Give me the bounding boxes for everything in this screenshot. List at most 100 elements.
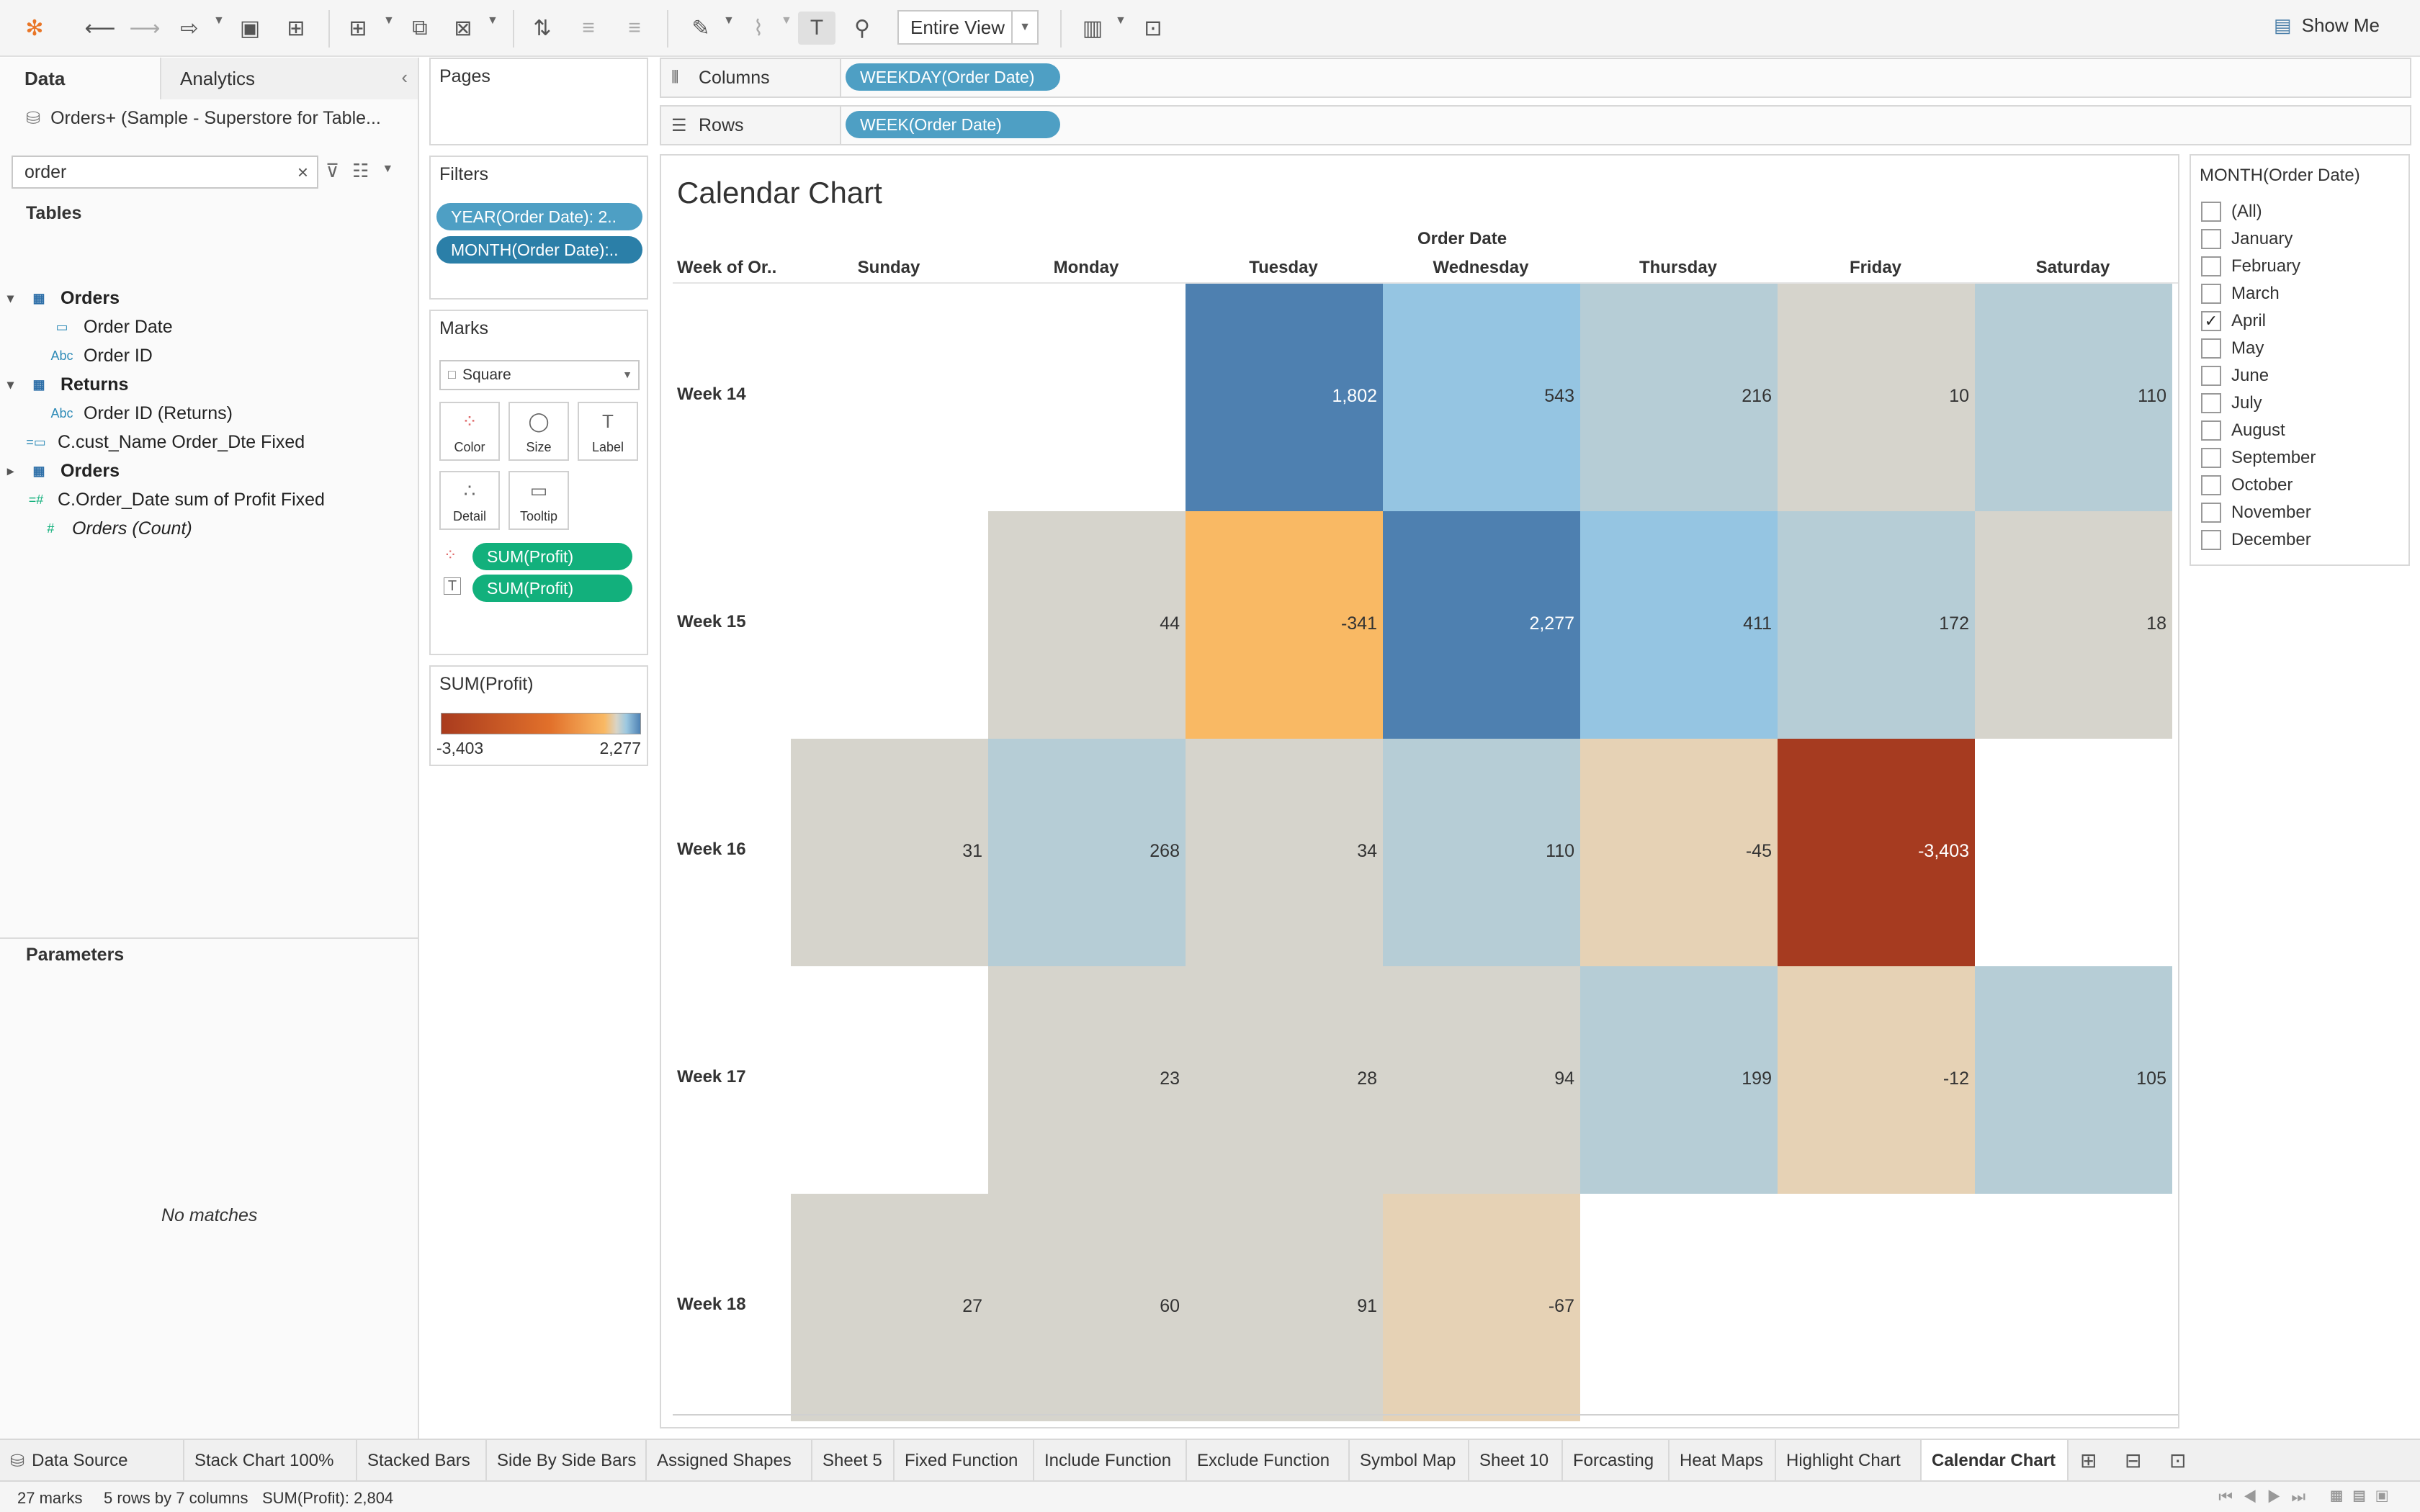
row-header[interactable]: Week 14 [677, 384, 746, 405]
field-item[interactable]: # Orders (Count) [36, 518, 192, 539]
calendar-cell[interactable]: 94 [1383, 966, 1580, 1194]
row-header[interactable]: Week 15 [677, 612, 746, 632]
calendar-cell[interactable]: 268 [988, 739, 1186, 966]
checkbox-checked-icon[interactable]: ✓ [2201, 311, 2221, 331]
checkbox-icon[interactable] [2201, 366, 2221, 386]
sheet-tab[interactable]: Symbol Map [1350, 1440, 1469, 1482]
clear-search-icon[interactable]: × [297, 161, 308, 184]
undo-icon[interactable]: ⟵ [84, 12, 117, 45]
calendar-cell[interactable]: -3,403 [1778, 739, 1975, 966]
pages-card[interactable]: Pages [429, 58, 648, 145]
columns-pill[interactable]: WEEKDAY(Order Date) [846, 63, 1060, 91]
sheet-tab[interactable]: Stacked Bars [357, 1440, 487, 1482]
sort-ascending-icon[interactable]: ≡ [572, 12, 605, 45]
clear-sheet-icon[interactable]: ⊠ [447, 12, 480, 45]
month-option[interactable]: February [2201, 256, 2300, 276]
calendar-cell[interactable]: 10 [1778, 284, 1975, 511]
color-button[interactable]: ⁘ Color [439, 402, 500, 461]
filter-pill-month[interactable]: MONTH(Order Date):.. [436, 236, 642, 264]
sheet-tab[interactable]: Sheet 10 [1469, 1440, 1563, 1482]
column-header[interactable]: Friday [1778, 258, 1973, 278]
highlight-icon[interactable]: ✎ [684, 12, 717, 45]
presentation-mode-icon[interactable]: ⊡ [1137, 12, 1170, 45]
calendar-cell[interactable]: 28 [1186, 966, 1383, 1194]
label-button[interactable]: T Label [578, 402, 638, 461]
checkbox-icon[interactable] [2201, 448, 2221, 468]
collapse-pane-icon[interactable]: ‹ [401, 66, 408, 89]
sheet-tab[interactable]: Heat Maps [1670, 1440, 1776, 1482]
calendar-cell[interactable]: 2,277 [1383, 511, 1580, 739]
chevron-right-icon[interactable]: ▸ [7, 464, 24, 479]
new-dashboard-icon[interactable]: ⊟ [2125, 1449, 2141, 1472]
calendar-cell[interactable]: 110 [1383, 739, 1580, 966]
checkbox-icon[interactable] [2201, 503, 2221, 523]
chevron-down-icon[interactable]: ▾ [7, 377, 24, 392]
calendar-cell[interactable]: 110 [1975, 284, 2172, 511]
month-option[interactable]: December [2201, 530, 2311, 550]
rows-pill[interactable]: WEEK(Order Date) [846, 111, 1060, 138]
sheet-tab[interactable]: ⛁ Data Source [0, 1440, 184, 1482]
sheet-tab[interactable]: Calendar Chart [1922, 1440, 2069, 1482]
month-option[interactable]: June [2201, 366, 2269, 386]
datasource-item[interactable]: ⛁ Orders+ (Sample - Superstore for Table… [26, 108, 381, 129]
calendar-cell[interactable]: 18 [1975, 511, 2172, 739]
show-me-button[interactable]: ▤ Show Me [2274, 14, 2380, 37]
sheet-navigation-icons[interactable]: ⏮◀▶⏭ ▦▤▣ [2218, 1488, 2398, 1506]
row-header[interactable]: Week 17 [677, 1067, 746, 1087]
tab-analytics[interactable]: Analytics ‹ [161, 58, 418, 99]
row-header[interactable]: Week 16 [677, 840, 746, 860]
marks-pill-color[interactable]: SUM(Profit) [472, 543, 632, 570]
month-option[interactable]: September [2201, 448, 2316, 468]
sort-descending-icon[interactable]: ≡ [618, 12, 651, 45]
calendar-cell[interactable]: 172 [1778, 511, 1975, 739]
calendar-cell[interactable]: 60 [988, 1194, 1186, 1421]
calendar-cell[interactable]: 543 [1383, 284, 1580, 511]
field-search-input[interactable]: order × [12, 156, 318, 189]
calendar-cell[interactable]: -341 [1186, 511, 1383, 739]
sheet-tab[interactable]: Stack Chart 100% [184, 1440, 357, 1482]
chevron-down-icon[interactable]: ▼ [213, 14, 225, 27]
show-cards-icon[interactable]: ▥ [1076, 12, 1109, 45]
calendar-cell[interactable]: 216 [1580, 284, 1778, 511]
chevron-down-icon[interactable]: ▼ [487, 14, 498, 27]
pin-icon[interactable]: ⚲ [846, 12, 879, 45]
calendar-cell[interactable]: -12 [1778, 966, 1975, 1194]
checkbox-icon[interactable] [2201, 393, 2221, 413]
checkbox-icon[interactable] [2201, 284, 2221, 304]
month-option[interactable]: July [2201, 393, 2262, 413]
field-item[interactable]: =▭ C.cust_Name Order_Dte Fixed [22, 432, 305, 453]
chevron-down-icon[interactable]: ▼ [723, 14, 735, 27]
marks-pill-label[interactable]: SUM(Profit) [472, 575, 632, 602]
duplicate-sheet-icon[interactable]: ⧉ [403, 12, 436, 45]
color-legend-card[interactable]: SUM(Profit) -3,403 2,277 [429, 665, 648, 766]
size-button[interactable]: ◯ Size [508, 402, 569, 461]
calendar-cell[interactable]: 27 [791, 1194, 988, 1421]
column-header[interactable]: Thursday [1580, 258, 1776, 278]
month-option[interactable]: November [2201, 503, 2311, 523]
checkbox-icon[interactable] [2201, 202, 2221, 222]
filter-icon[interactable]: ⊽ [326, 160, 339, 182]
tableau-logo-icon[interactable]: ✻ [20, 12, 49, 45]
sheet-tab[interactable]: Highlight Chart [1776, 1440, 1922, 1482]
column-header[interactable]: Sunday [791, 258, 987, 278]
chevron-down-icon[interactable]: ▼ [382, 160, 393, 182]
column-header[interactable]: Saturday [1975, 258, 2171, 278]
new-sheet-icon[interactable]: ⊞ [341, 12, 375, 45]
checkbox-icon[interactable] [2201, 420, 2221, 441]
calendar-cell[interactable]: -67 [1383, 1194, 1580, 1421]
detail-button[interactable]: ∴ Detail [439, 471, 500, 530]
calendar-cell[interactable]: 199 [1580, 966, 1778, 1194]
sheet-tab[interactable]: Exclude Function [1187, 1440, 1350, 1482]
column-header[interactable]: Tuesday [1186, 258, 1381, 278]
row-header[interactable]: Week 18 [677, 1295, 746, 1315]
checkbox-icon[interactable] [2201, 256, 2221, 276]
month-option[interactable]: ✓ April [2201, 311, 2266, 331]
month-option[interactable]: (All) [2201, 202, 2262, 222]
show-labels-icon[interactable]: T [798, 12, 835, 45]
field-item[interactable]: ▾ ▦ Returns [7, 374, 128, 395]
field-item[interactable]: Abc Order ID [48, 346, 152, 366]
view-list-icon[interactable]: ☷ [352, 160, 369, 182]
month-option[interactable]: March [2201, 284, 2280, 304]
checkbox-icon[interactable] [2201, 475, 2221, 495]
tooltip-button[interactable]: ▭ Tooltip [508, 471, 569, 530]
